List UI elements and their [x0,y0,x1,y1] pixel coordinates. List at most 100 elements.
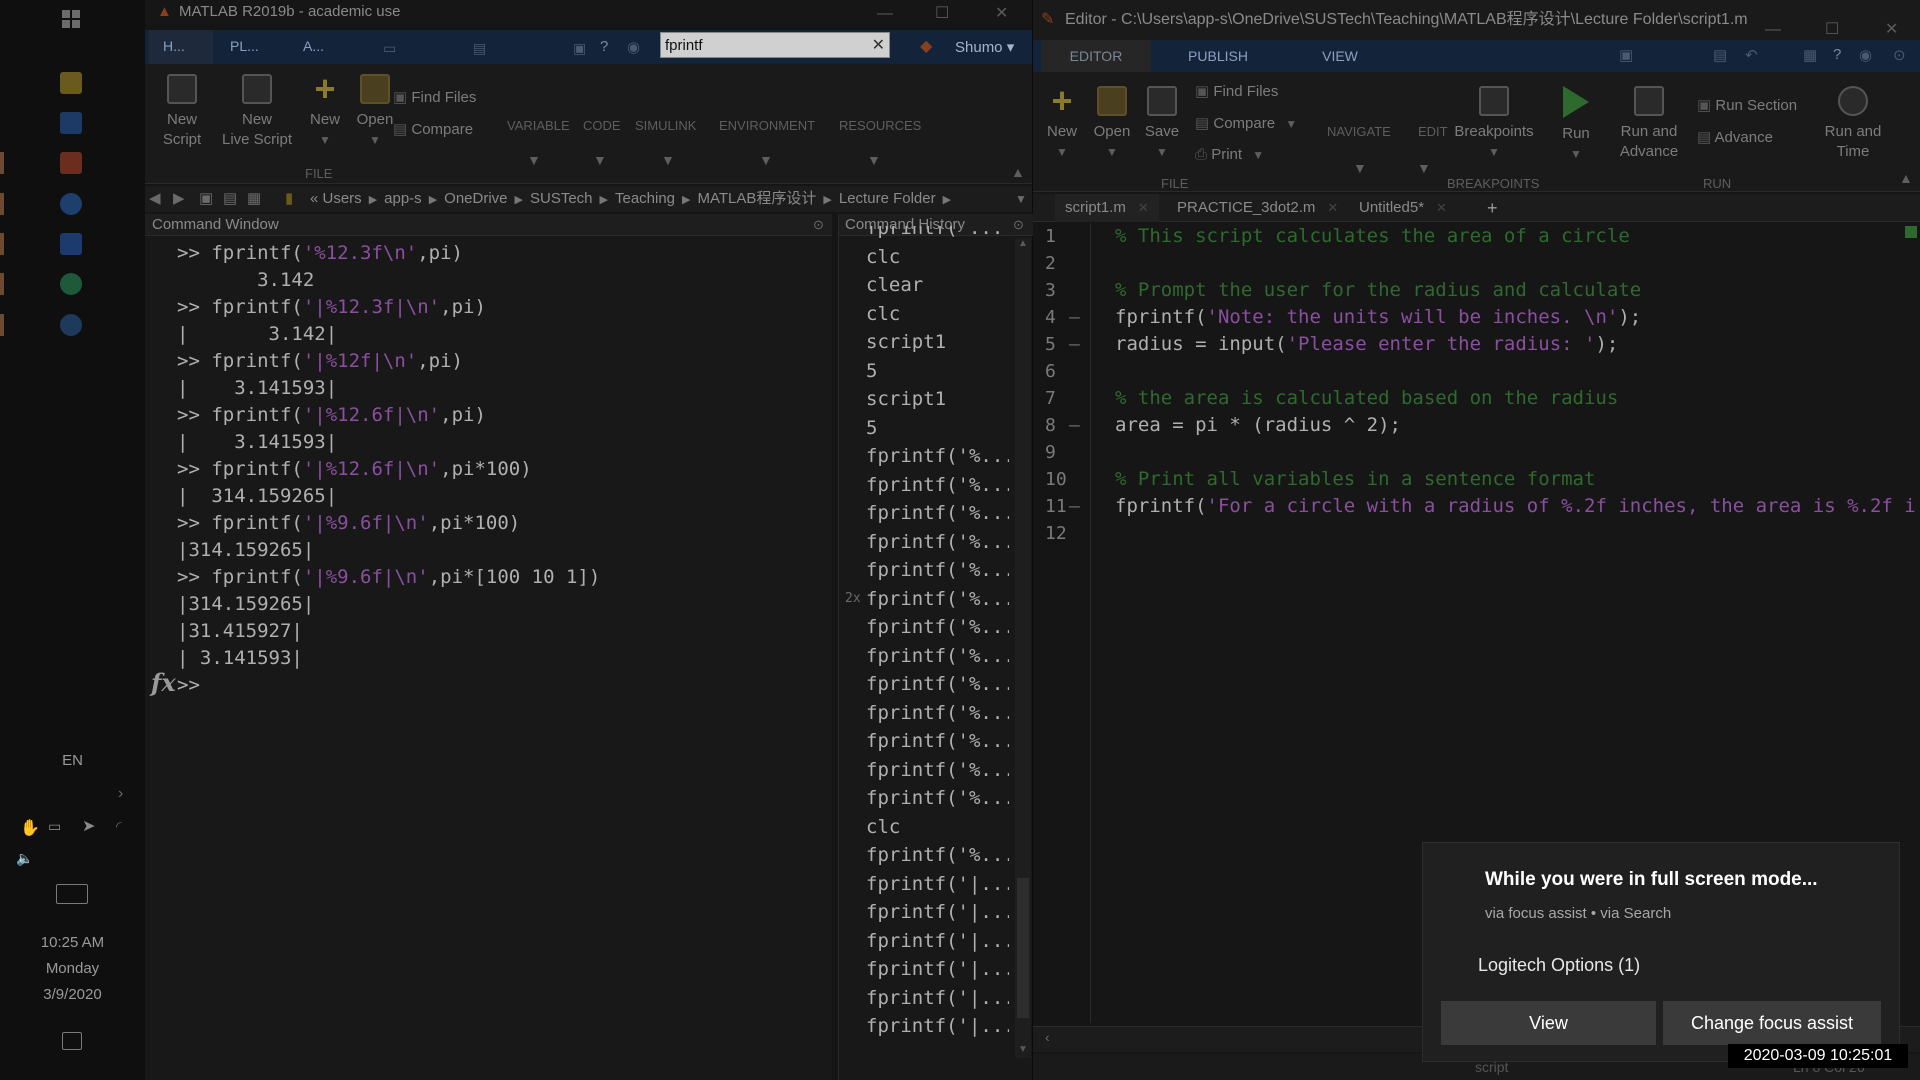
collapse-ribbon-icon[interactable]: ▲ [1899,170,1913,186]
code-line[interactable] [1115,520,1915,547]
notification-item[interactable]: Logitech Options (1) [1478,955,1640,976]
breadcrumb-app-s[interactable]: app-s [384,190,422,207]
history-item[interactable]: clc [839,813,1009,842]
editor-save-button[interactable]: Save ▼ [1137,86,1187,162]
clock-day[interactable]: Monday [0,960,145,977]
line-number[interactable]: 3 [1033,277,1090,304]
telegram-icon[interactable]: ➤ [82,816,95,836]
breadcrumb-matlab-course[interactable]: MATLAB程序设计 [698,190,817,207]
code-line[interactable] [1115,439,1915,466]
new-live-script-button[interactable]: New Live Script [207,74,307,150]
view-button[interactable]: View [1441,1001,1656,1045]
battery-icon[interactable]: ▭ [48,818,61,835]
history-item[interactable]: clear [839,271,1009,300]
compare-button[interactable]: ▤ Compare [393,120,473,138]
clock-date[interactable]: 3/9/2020 [0,986,145,1003]
code-line[interactable]: % Print all variables in a sentence form… [1115,466,1915,493]
back-icon[interactable]: ◀ [149,186,161,212]
file-tab-practice[interactable]: PRACTICE_3dot2.m ✕ [1167,194,1348,222]
windows-start-icon[interactable] [62,10,80,28]
tab-view[interactable]: VIEW [1295,40,1385,72]
help-icon[interactable]: ? [1833,46,1841,63]
wifi-icon[interactable]: ◜ [116,818,121,835]
history-item[interactable]: fprintf('%... [839,727,1009,756]
simulink-section[interactable]: SIMULINK [635,118,696,133]
language-indicator[interactable]: EN [0,752,145,769]
file-tab-script1[interactable]: script1.m ✕ [1055,194,1159,222]
tab-apps[interactable]: A... [303,38,324,54]
help-icon[interactable]: ? [600,38,608,55]
undo-icon[interactable]: ↶ [1745,46,1758,64]
code-line[interactable]: % the area is calculated based on the ra… [1115,385,1915,412]
close-tab-icon[interactable]: ✕ [1436,200,1447,215]
paste-icon[interactable]: ▤ [473,40,486,57]
breadcrumb-users[interactable]: « Users [310,190,362,207]
documentation-search-input[interactable] [661,33,861,57]
chevron-down-icon[interactable]: ▼ [867,152,881,168]
panel-menu-icon[interactable]: ⊙ [813,214,824,236]
history-item[interactable]: fprintf('%... [839,442,1009,471]
maximize-icon[interactable]: ☐ [935,2,949,26]
navigate-section[interactable]: NAVIGATE [1327,124,1391,139]
code-line[interactable] [1115,250,1915,277]
breakpoint-marker-icon[interactable]: — [1069,331,1080,358]
clock-time[interactable]: 10:25 AM [0,934,145,951]
file-explorer-icon[interactable] [60,72,82,94]
clear-search-icon[interactable]: ✕ [872,35,885,55]
history-item[interactable]: 5 [839,414,1009,443]
close-tab-icon[interactable]: ✕ [1327,200,1338,215]
breakpoints-button[interactable]: Breakpoints ▼ [1449,86,1539,162]
history-item[interactable]: fprintf('%... [839,528,1009,557]
zoom-icon[interactable] [60,193,82,215]
line-number[interactable]: 10 [1033,466,1090,493]
collapse-ribbon-icon[interactable]: ▲ [1011,164,1025,180]
code-line[interactable]: % Prompt the user for the radius and cal… [1115,277,1915,304]
advance-button[interactable]: ▤ Advance [1697,128,1773,146]
editor-new-button[interactable]: + New ▼ [1037,83,1087,162]
run-and-advance-button[interactable]: Run and Advance [1609,86,1689,162]
history-item[interactable]: fprintf('%... [839,613,1009,642]
breadcrumb-onedrive[interactable]: OneDrive [444,190,507,207]
chevron-down-icon[interactable]: ▼ [593,152,607,168]
chevron-down-icon[interactable]: ▼ [759,152,773,168]
community-icon[interactable]: ◉ [1859,46,1872,64]
volume-icon[interactable]: 🔈 [16,850,33,867]
code-line[interactable]: % This script calculates the area of a c… [1115,223,1915,250]
tab-editor[interactable]: EDITOR [1041,40,1151,72]
history-item[interactable]: clc [839,300,1009,329]
run-section-button[interactable]: ▣ Run Section [1697,96,1797,114]
user-account-menu[interactable]: Shumo ▾ [955,38,1014,56]
history-item[interactable]: fprintf('|... [839,927,1009,956]
chevron-down-icon[interactable]: ▼ [1353,160,1367,176]
history-item[interactable]: fprintf('%... [839,756,1009,785]
history-item[interactable]: fprintf('|... [839,955,1009,984]
history-item[interactable]: fprintf('|... [839,898,1009,927]
line-number[interactable]: 8— [1033,412,1090,439]
edit-section[interactable]: EDIT [1418,124,1448,139]
refresh-icon[interactable]: ▦ [247,186,261,212]
editor-open-button[interactable]: Open ▼ [1087,86,1137,162]
word-icon[interactable] [60,233,82,255]
community-icon[interactable]: ◉ [627,38,640,56]
up-folder-icon[interactable]: ▣ [199,186,213,212]
code-line[interactable] [1115,358,1915,385]
file-tab-untitled5[interactable]: Untitled5* ✕ [1349,194,1457,222]
history-item[interactable]: fprintf('%... [839,556,1009,585]
chevron-down-icon[interactable]: ▼ [1417,160,1431,176]
line-number[interactable]: 12 [1033,520,1090,547]
editor-compare-button[interactable]: ▤ Compare ▼ [1195,114,1297,132]
tray-app-icon[interactable]: ✋ [20,818,40,838]
browser-icon[interactable] [60,314,82,336]
layout-icon[interactable]: ▣ [573,40,586,57]
tab-publish[interactable]: PUBLISH [1163,40,1273,72]
spotify-icon[interactable] [60,273,82,295]
keyboard-icon[interactable] [56,884,88,904]
code-line[interactable]: fprintf('For a circle with a radius of %… [1115,493,1915,520]
line-number[interactable]: 11— [1033,493,1090,520]
layout-icon[interactable]: ▦ [1803,46,1817,64]
find-files-button[interactable]: ▣ Find Files [393,88,476,106]
line-number[interactable]: 1 [1033,223,1090,250]
history-item[interactable]: fprintf('... [839,226,1009,243]
breakpoint-marker-icon[interactable]: — [1069,412,1080,439]
save-quick-icon[interactable]: ▣ [1619,46,1633,64]
